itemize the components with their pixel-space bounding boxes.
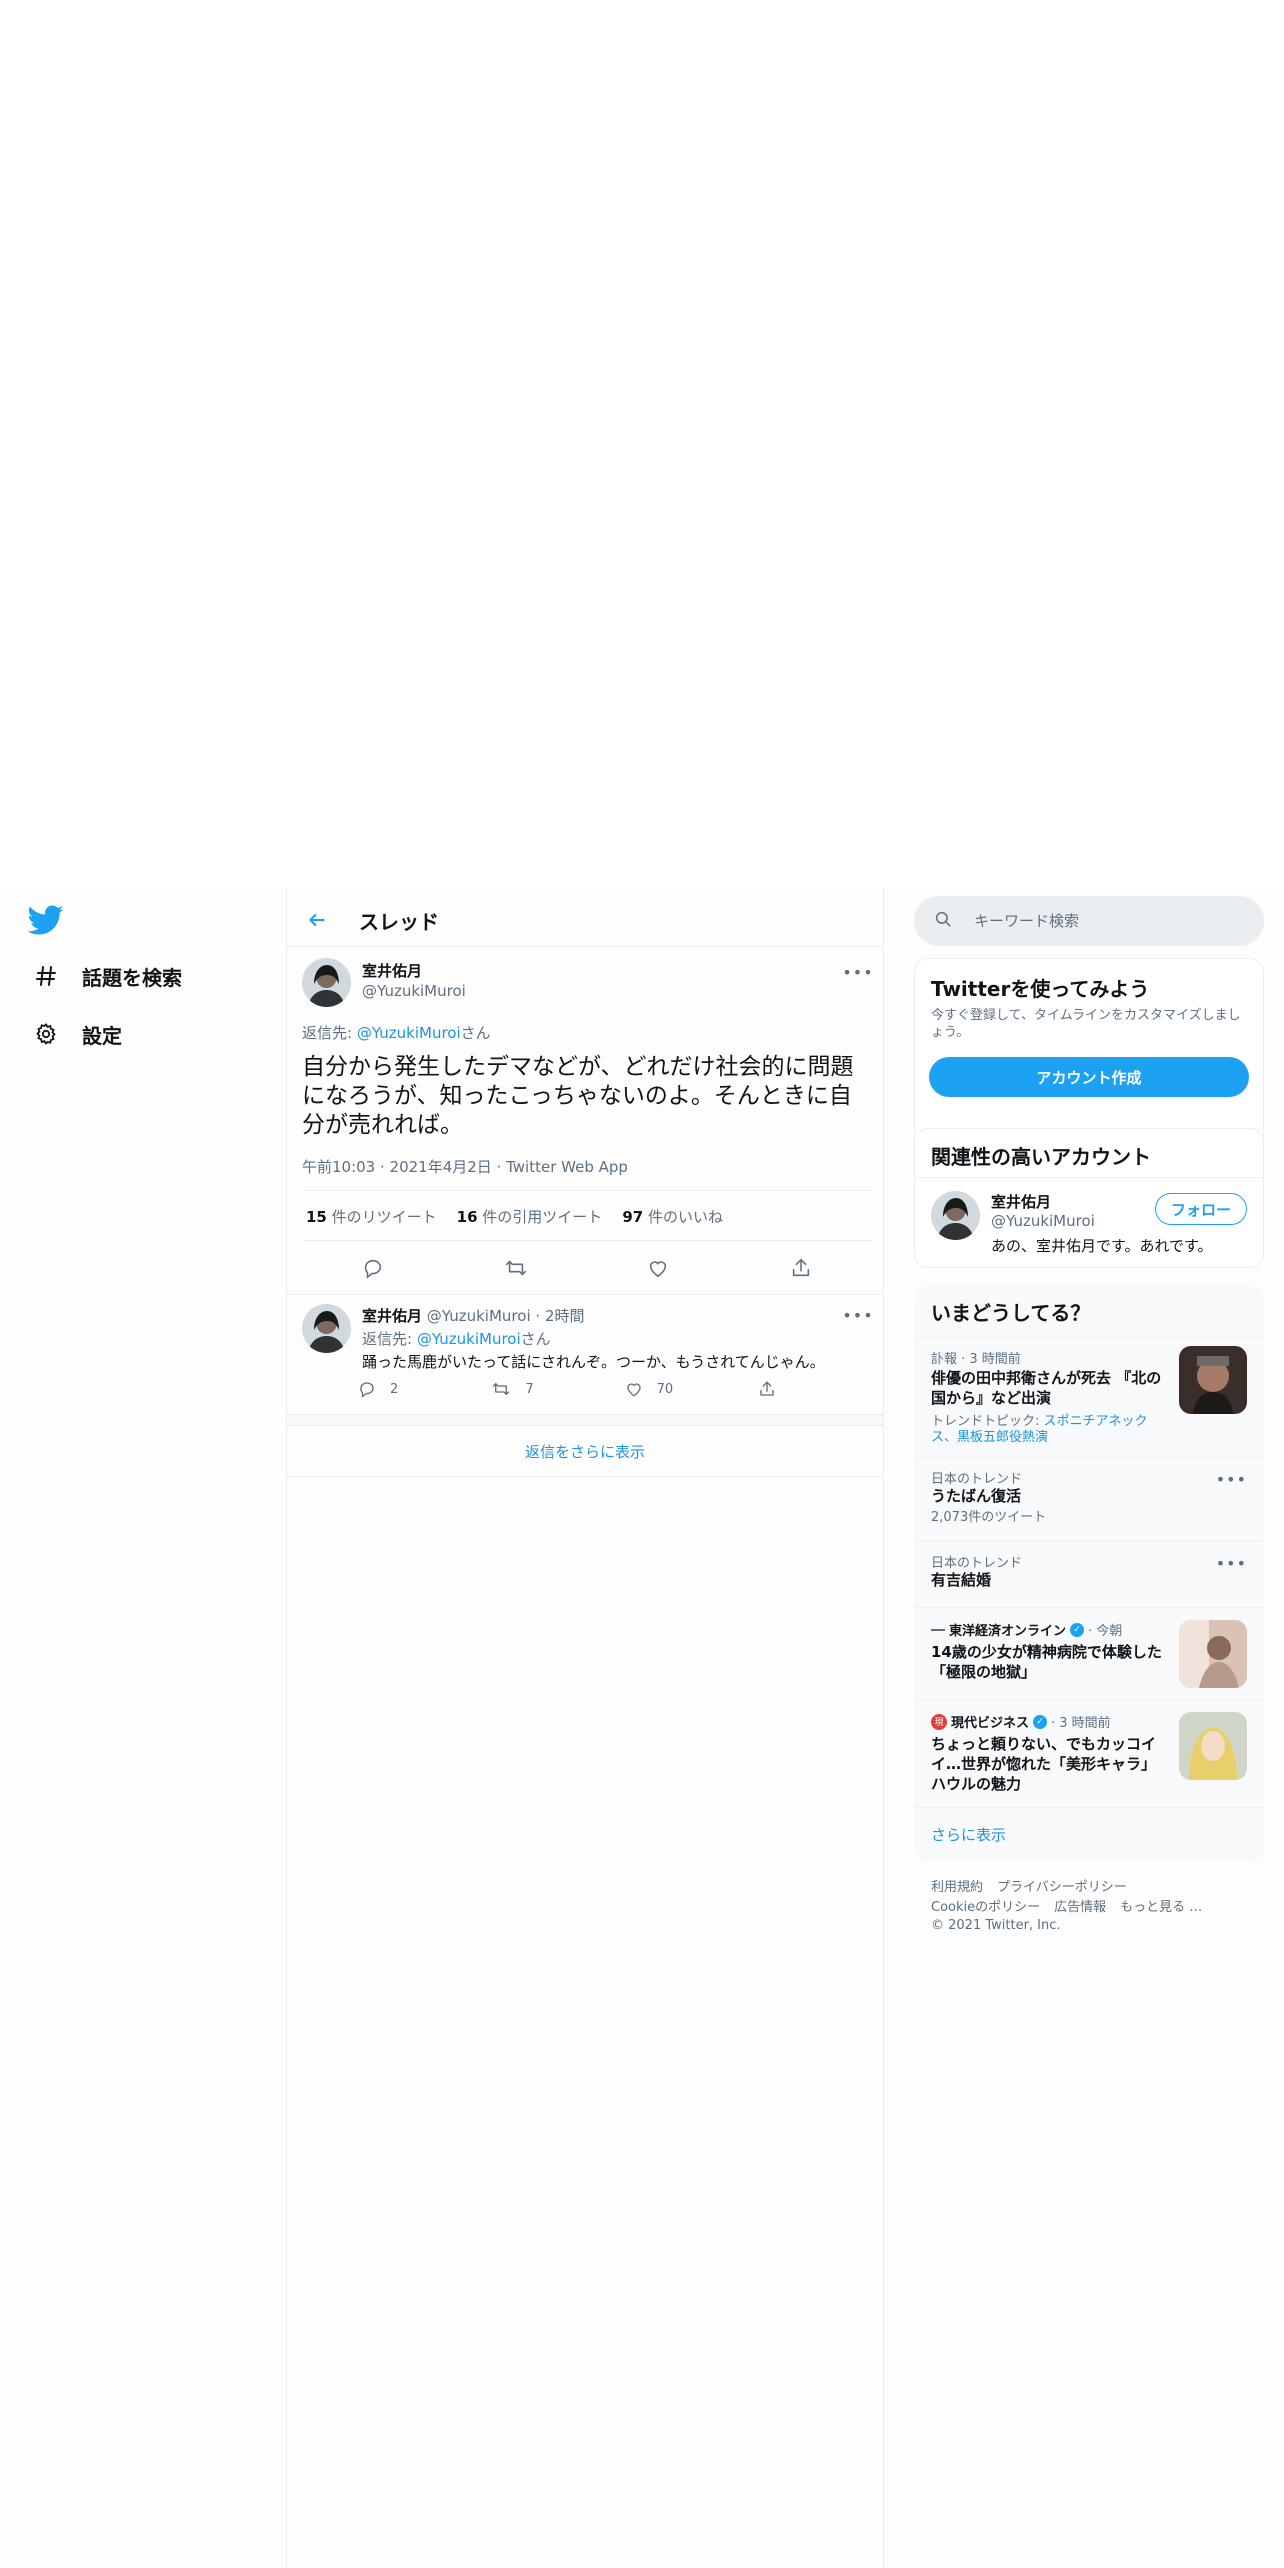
back-arrow-icon[interactable] bbox=[299, 902, 335, 938]
tweet-text: 自分から発生したデマなどが、どれだけ社会的に問題になろうが、知ったこっちゃないの… bbox=[302, 1054, 854, 1138]
news-item[interactable]: 東洋経済オンライン ✓ · 今朝 14歳の少女が精神病院で体験した「極限の地獄」 bbox=[915, 1607, 1263, 1699]
gear-icon bbox=[32, 1020, 60, 1048]
signup-description: 今すぐ登録して、タイムラインをカスタマイズしましょう。 bbox=[931, 1008, 1241, 1040]
share-icon bbox=[760, 1381, 774, 1396]
reply-reply-context: 返信先: @YuzukiMuroiさん bbox=[362, 1330, 551, 1348]
avatar[interactable] bbox=[302, 958, 351, 1007]
reply-text: 踊った馬鹿がいたって話にされんぞ。つーか、もうされてんじゃん。 bbox=[362, 1353, 825, 1371]
reply-header: 室井佑月 @YuzukiMuroi · 2時間 bbox=[362, 1305, 585, 1326]
reply-avatar[interactable] bbox=[302, 1304, 351, 1353]
trends-title: いまどうしてる？ bbox=[931, 1301, 1091, 1325]
verified-icon: ✓ bbox=[1033, 1714, 1048, 1729]
divider bbox=[302, 1190, 872, 1191]
source-logo-icon bbox=[931, 1628, 945, 1631]
likes-stat[interactable]: 97 件のいいね bbox=[622, 1206, 723, 1227]
nav-settings-label: 設定 bbox=[82, 1023, 122, 1048]
nav-explore[interactable]: 話題を検索 bbox=[32, 956, 182, 996]
reply-to-link[interactable]: @YuzukiMuroi bbox=[357, 1024, 461, 1042]
related-handle[interactable]: @YuzukiMuroi bbox=[991, 1212, 1095, 1230]
divider bbox=[915, 1177, 1263, 1178]
section-separator bbox=[287, 1414, 883, 1426]
footer-links: 利用規約 プライバシーポリシー bbox=[931, 1876, 1141, 1895]
nav-settings[interactable]: 設定 bbox=[32, 1014, 122, 1054]
trends-card: いまどうしてる？ 訃報 · 3 時間前 俳優の田中邦衛さんが死去 『北の国から』… bbox=[914, 1286, 1264, 1862]
trend-more-options-icon[interactable]: ••• bbox=[1216, 1470, 1247, 1489]
search-bar[interactable] bbox=[914, 896, 1264, 946]
search-icon bbox=[934, 910, 952, 932]
divider bbox=[287, 1294, 883, 1295]
news-thumbnail bbox=[1179, 1620, 1247, 1688]
search-input[interactable] bbox=[974, 912, 1234, 930]
retweet-icon[interactable] bbox=[498, 1250, 534, 1286]
verified-icon: ✓ bbox=[1070, 1622, 1085, 1637]
main-header: スレッド bbox=[287, 894, 883, 947]
related-title: 関連性の高いアカウント bbox=[931, 1145, 1151, 1169]
like-icon[interactable] bbox=[640, 1250, 676, 1286]
reply-reply-button[interactable]: 2 bbox=[358, 1380, 458, 1398]
reply-author-name[interactable]: 室井佑月 bbox=[362, 1307, 422, 1325]
tweet-actions bbox=[302, 1250, 872, 1286]
page-title: スレッド bbox=[359, 909, 439, 934]
hashtag-icon bbox=[32, 962, 60, 990]
footer-cookie[interactable]: Cookieのポリシー bbox=[931, 1900, 1040, 1915]
reply-more-options-icon[interactable]: ••• bbox=[842, 1305, 872, 1325]
trend-item[interactable]: 日本のトレンド うたばん復活 2,073件のツイート ••• bbox=[915, 1457, 1263, 1541]
footer-privacy[interactable]: プライバシーポリシー bbox=[997, 1880, 1127, 1895]
related-avatar[interactable] bbox=[931, 1191, 980, 1240]
show-more-replies-button[interactable]: 返信をさらに表示 bbox=[287, 1427, 883, 1477]
twitter-bird-icon[interactable] bbox=[27, 902, 64, 938]
main-column bbox=[286, 888, 884, 2568]
quotes-stat[interactable]: 16 件の引用ツイート bbox=[457, 1206, 603, 1227]
more-options-icon[interactable]: ••• bbox=[842, 962, 872, 982]
reply-context: 返信先: @YuzukiMuroiさん bbox=[302, 1024, 491, 1042]
tweet-author-name[interactable]: 室井佑月 bbox=[362, 960, 422, 981]
tweet-stats: 15 件のリツイート 16 件の引用ツイート 97 件のいいね bbox=[306, 1206, 723, 1227]
related-accounts-card: 関連性の高いアカウント 室井佑月 @YuzukiMuroi フォロー あの、室井… bbox=[914, 1128, 1264, 1268]
footer-terms[interactable]: 利用規約 bbox=[931, 1880, 983, 1895]
divider bbox=[302, 1240, 872, 1241]
source-logo-icon: 現 bbox=[931, 1713, 947, 1730]
tweet-timestamp[interactable]: 午前10:03 · 2021年4月2日 · Twitter Web App bbox=[302, 1156, 628, 1177]
trends-show-more[interactable]: さらに表示 bbox=[915, 1807, 1263, 1861]
share-icon[interactable] bbox=[783, 1250, 819, 1286]
reply-time[interactable]: · 2時間 bbox=[535, 1307, 584, 1325]
retweet-icon bbox=[493, 1383, 510, 1395]
news-item[interactable]: 現 現代ビジネス ✓ · 3 時間前 ちょっと頼りない、でもカッコイイ…世界が惚… bbox=[915, 1699, 1263, 1807]
trend-item[interactable]: 訃報 · 3 時間前 俳優の田中邦衛さんが死去 『北の国から』など出演 トレンド… bbox=[915, 1337, 1263, 1457]
reply-icon[interactable] bbox=[355, 1250, 391, 1286]
reply-share-button[interactable] bbox=[758, 1380, 788, 1398]
related-name[interactable]: 室井佑月 bbox=[991, 1191, 1051, 1212]
reply-icon bbox=[360, 1382, 374, 1398]
reply-like-button[interactable]: 70 bbox=[625, 1380, 725, 1398]
reply-reply-to-link[interactable]: @YuzukiMuroi bbox=[417, 1330, 521, 1348]
reply-author-handle[interactable]: @YuzukiMuroi bbox=[427, 1307, 531, 1325]
nav-explore-label: 話題を検索 bbox=[82, 965, 182, 990]
create-account-button[interactable]: アカウント作成 bbox=[929, 1057, 1249, 1097]
footer-more[interactable]: もっと見る … bbox=[1120, 1900, 1202, 1915]
signup-title: Twitterを使ってみよう bbox=[931, 977, 1150, 1001]
retweets-stat[interactable]: 15 件のリツイート bbox=[306, 1206, 437, 1227]
reply-retweet-button[interactable]: 7 bbox=[491, 1380, 591, 1398]
trend-more-options-icon[interactable]: ••• bbox=[1216, 1554, 1247, 1573]
like-icon bbox=[626, 1383, 641, 1397]
trend-thumbnail bbox=[1179, 1346, 1247, 1414]
left-column bbox=[0, 888, 286, 2568]
news-thumbnail bbox=[1179, 1712, 1247, 1780]
trend-item[interactable]: 日本のトレンド 有吉結婚 ••• bbox=[915, 1541, 1263, 1607]
footer-ads[interactable]: 広告情報 bbox=[1054, 1900, 1106, 1915]
footer-links-2: Cookieのポリシー 広告情報 もっと見る … bbox=[931, 1896, 1216, 1915]
related-bio: あの、室井佑月です。あれです。 bbox=[991, 1237, 1213, 1255]
tweet-author-handle[interactable]: @YuzukiMuroi bbox=[362, 981, 466, 1000]
footer-copyright: © 2021 Twitter, Inc. bbox=[931, 1918, 1061, 1933]
follow-button[interactable]: フォロー bbox=[1155, 1193, 1247, 1225]
reply-actions: 2 7 70 bbox=[358, 1380, 788, 1398]
